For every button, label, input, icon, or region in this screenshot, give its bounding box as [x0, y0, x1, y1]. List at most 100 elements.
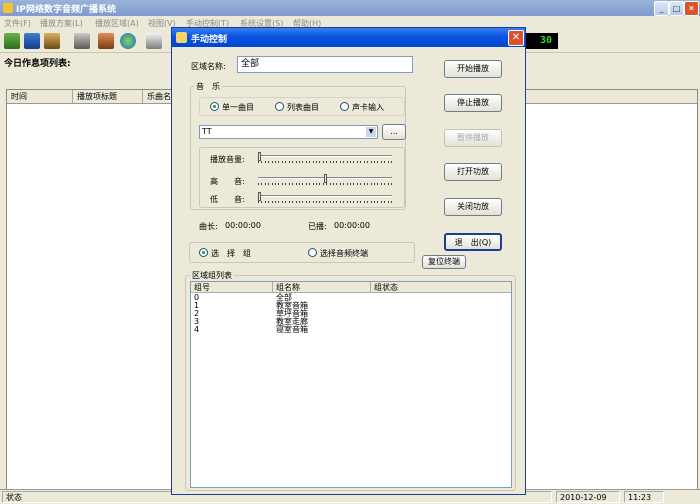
- schedule-icon[interactable]: [24, 33, 40, 49]
- slider-tick: [316, 201, 317, 203]
- volume-track: [258, 155, 392, 157]
- radio-select-terminal[interactable]: [308, 248, 317, 257]
- slider-tick: [388, 161, 389, 163]
- radio-soundcard[interactable]: [340, 102, 349, 111]
- import-icon[interactable]: [4, 33, 20, 49]
- elapsed-value: 00:00:00: [334, 221, 370, 230]
- slider-tick: [309, 201, 310, 203]
- radio-select-group[interactable]: [199, 248, 208, 257]
- pause-button[interactable]: 暂停播放: [444, 129, 502, 147]
- table-row[interactable]: 0 全部: [191, 294, 511, 302]
- exit-button[interactable]: 退 出(Q): [444, 233, 502, 251]
- zone-column-id[interactable]: 组号: [191, 282, 273, 293]
- slider-tick: [371, 201, 372, 203]
- column-title[interactable]: 播放项标题: [73, 90, 143, 103]
- slider-tick: [316, 183, 317, 185]
- browse-button[interactable]: ...: [382, 124, 406, 140]
- slider-tick: [367, 183, 368, 185]
- bass-slider[interactable]: [258, 192, 392, 206]
- slider-tick: [289, 201, 290, 203]
- slider-tick: [265, 183, 266, 185]
- slider-tick: [261, 201, 262, 203]
- music-group-label: 音 乐: [194, 81, 222, 92]
- zone-column-status[interactable]: 组状态: [371, 282, 511, 293]
- menu-file[interactable]: 文件(F): [4, 18, 31, 29]
- bass-thumb[interactable]: [258, 192, 261, 201]
- slider-tick: [302, 183, 303, 185]
- slider-tick: [272, 201, 273, 203]
- slider-tick: [347, 161, 348, 163]
- schedule-list-title: 今日作息项列表:: [4, 59, 71, 69]
- duration-label: 曲长:: [199, 222, 218, 231]
- slider-tick: [275, 161, 276, 163]
- slider-tick: [353, 183, 354, 185]
- slider-tick: [272, 161, 273, 163]
- chevron-down-icon[interactable]: ▼: [366, 127, 376, 137]
- manual-control-dialog: 手动控制 ✕ 区域名称: 全部 音 乐 单一曲目 列表曲目 声卡输入 TT ▼ …: [171, 27, 526, 495]
- zone-list-title: 区域组列表: [190, 270, 234, 281]
- zone-name-field[interactable]: 全部: [237, 56, 413, 73]
- close-button[interactable]: ✕: [684, 1, 699, 16]
- dialog-close-button[interactable]: ✕: [508, 30, 524, 46]
- playlist-label: 列表曲目: [287, 103, 319, 112]
- amp-off-button[interactable]: 关闭功放: [444, 198, 502, 216]
- slider-tick: [350, 201, 351, 203]
- amp-on-button[interactable]: 打开功放: [444, 163, 502, 181]
- printer-icon[interactable]: [146, 33, 162, 49]
- play-button[interactable]: 开始播放: [444, 60, 502, 78]
- main-titlebar: IP网络数字音频广播系统 _ □ ✕: [0, 0, 700, 16]
- radio-single-track[interactable]: [210, 102, 219, 111]
- stop-button[interactable]: 停止播放: [444, 94, 502, 112]
- column-extra[interactable]: [527, 90, 697, 103]
- slider-tick: [374, 161, 375, 163]
- volume-thumb[interactable]: [258, 152, 261, 161]
- slider-tick: [384, 183, 385, 185]
- slider-tick: [364, 161, 365, 163]
- table-row[interactable]: 4 寝室音箱: [191, 326, 511, 334]
- track-select[interactable]: TT ▼: [199, 125, 378, 139]
- slider-tick: [306, 161, 307, 163]
- table-row[interactable]: 3 教室走廊: [191, 318, 511, 326]
- dialog-titlebar: 手动控制 ✕: [172, 28, 525, 47]
- slider-tick: [343, 161, 344, 163]
- speaker-icon[interactable]: [98, 33, 114, 49]
- slider-tick: [377, 201, 378, 203]
- slider-tick: [333, 161, 334, 163]
- slider-tick: [313, 183, 314, 185]
- menu-play-plan[interactable]: 播放方案(L): [40, 18, 83, 29]
- slider-tick: [265, 201, 266, 203]
- slider-tick: [357, 183, 358, 185]
- globe-icon[interactable]: [120, 33, 136, 49]
- zone-list-table[interactable]: 组号 组名称 组状态 0 全部 1 教室音箱 2 草坪音箱 3 教室走廊 4 寝…: [190, 281, 512, 488]
- zone-column-name[interactable]: 组名称: [273, 282, 371, 293]
- slider-tick: [261, 161, 262, 163]
- slider-tick: [381, 201, 382, 203]
- slider-tick: [330, 201, 331, 203]
- column-time[interactable]: 时间: [7, 90, 73, 103]
- table-row[interactable]: 1 教室音箱: [191, 302, 511, 310]
- slider-tick: [343, 183, 344, 185]
- reset-terminal-button[interactable]: 复位终端: [422, 255, 466, 269]
- volume-slider[interactable]: [258, 152, 392, 166]
- radio-playlist[interactable]: [275, 102, 284, 111]
- slider-tick: [353, 201, 354, 203]
- slider-tick: [289, 161, 290, 163]
- treble-slider[interactable]: [258, 174, 392, 188]
- user-icon[interactable]: [44, 33, 60, 49]
- tools-icon[interactable]: [74, 33, 90, 49]
- slider-tick: [364, 183, 365, 185]
- slider-tick: [347, 201, 348, 203]
- slider-tick: [326, 201, 327, 203]
- maximize-button[interactable]: □: [669, 1, 684, 16]
- slider-tick: [278, 201, 279, 203]
- slider-tick: [330, 183, 331, 185]
- slider-tick: [285, 161, 286, 163]
- app-icon: [3, 3, 13, 13]
- status-date: 2010-12-09: [556, 491, 620, 503]
- minimize-button[interactable]: _: [654, 1, 669, 16]
- slider-tick: [302, 201, 303, 203]
- menu-play-zone[interactable]: 播放区域(A): [95, 18, 139, 29]
- slider-tick: [367, 201, 368, 203]
- table-row[interactable]: 2 草坪音箱: [191, 310, 511, 318]
- treble-thumb[interactable]: [324, 174, 327, 183]
